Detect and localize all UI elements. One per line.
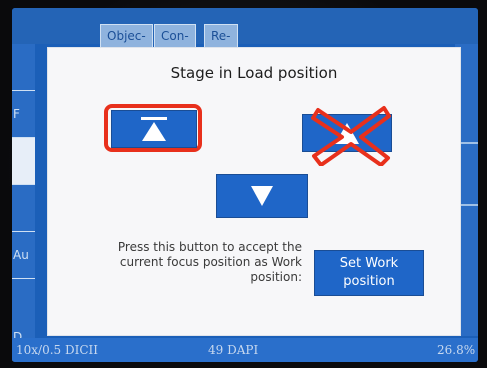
load-position-button[interactable] [111, 110, 197, 148]
touch-screen: Objec- Con- Re- F Au D 10x/0.5 DICII 49 … [12, 8, 478, 362]
side-button-f[interactable]: F [12, 91, 35, 138]
arrow-down-icon [251, 186, 273, 206]
status-bar: 10x/0.5 DICII 49 DAPI 26.8% [12, 338, 478, 362]
objective-status: 10x/0.5 DICII [16, 343, 99, 357]
monitor-bezel: Objec- Con- Re- F Au D 10x/0.5 DICII 49 … [0, 0, 487, 368]
dialog-title: Stage in Load position [170, 64, 338, 82]
move-down-button[interactable] [216, 174, 308, 218]
zoom-status: 26.8% [437, 343, 476, 357]
set-work-description: Press this button to accept the current … [117, 240, 302, 284]
side-button-3[interactable] [12, 138, 35, 185]
filter-status: 49 DAPI [208, 343, 259, 357]
tab-objective[interactable]: Objec- [100, 24, 153, 47]
tab-contrast[interactable]: Con- [154, 24, 196, 47]
side-button-1[interactable] [12, 44, 35, 91]
stage-load-dialog: Stage in Load position Press this button… [48, 48, 460, 335]
arrow-up-to-line-icon [141, 117, 167, 141]
side-button-4[interactable] [12, 185, 35, 232]
set-work-button-label: Set Work position [339, 256, 399, 289]
side-button-au[interactable]: Au [12, 232, 35, 279]
left-side-panel: F Au D [12, 44, 35, 361]
tab-reflector[interactable]: Re- [204, 24, 238, 47]
set-work-position-button[interactable]: Set Work position [314, 250, 424, 296]
top-tab-bar: Objec- Con- Re- [12, 8, 478, 47]
red-x-icon [311, 106, 391, 166]
